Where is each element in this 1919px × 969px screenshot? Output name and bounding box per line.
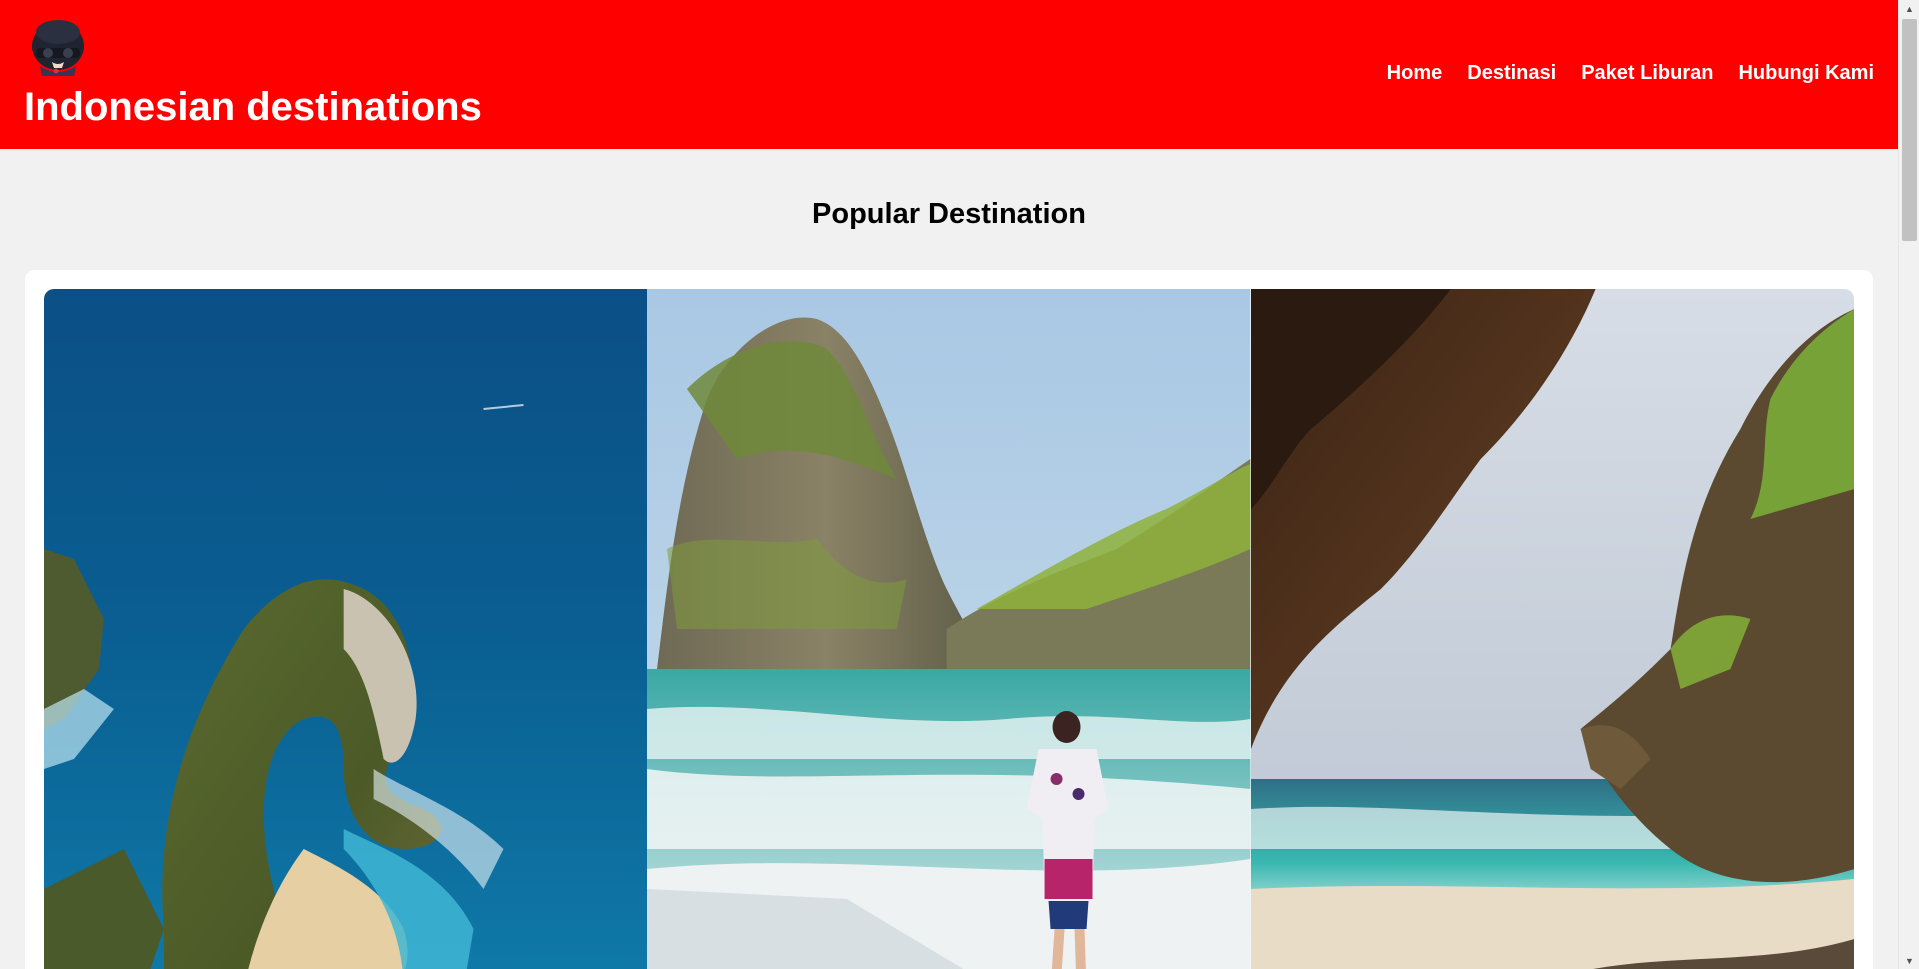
nav-paket-liburan-link[interactable]: Paket Liburan — [1581, 60, 1713, 86]
main-nav: Home Destinasi Paket Liburan Hubungi Kam… — [1387, 60, 1874, 86]
section-title: Popular Destination — [812, 198, 1086, 230]
destination-gallery — [44, 289, 1854, 969]
scroll-thumb[interactable] — [1902, 19, 1917, 241]
gallery-card — [25, 270, 1873, 969]
nav-home-link[interactable]: Home — [1387, 60, 1443, 86]
nav-destinasi-link[interactable]: Destinasi — [1467, 60, 1556, 86]
kelingking-beach-photo[interactable] — [44, 289, 648, 969]
nav-hubungi-kami-link[interactable]: Hubungi Kami — [1738, 60, 1874, 86]
page: Indonesian destinations Home Destinasi P… — [0, 0, 1898, 969]
scroll-up-icon[interactable]: ▲ — [1899, 0, 1919, 17]
site-header: Indonesian destinations Home Destinasi P… — [0, 0, 1898, 149]
avatar-logo-icon[interactable] — [26, 16, 90, 80]
uluwatu-beach-cave-photo[interactable] — [1250, 289, 1854, 969]
site-title: Indonesian destinations — [24, 85, 482, 129]
scroll-down-icon[interactable]: ▼ — [1899, 952, 1919, 969]
diamond-beach-photo[interactable] — [647, 289, 1251, 969]
vertical-scrollbar[interactable]: ▲ ▼ — [1898, 0, 1919, 969]
